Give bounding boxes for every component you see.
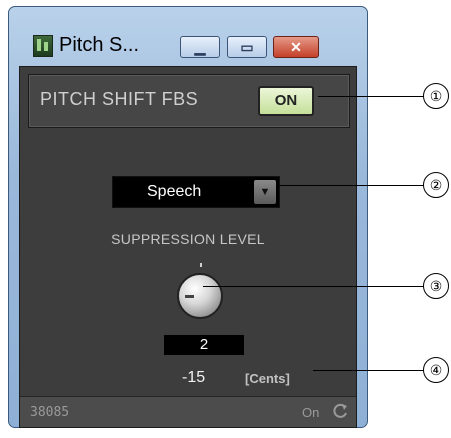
refresh-icon[interactable] (331, 402, 349, 420)
callout-2: ② (423, 172, 449, 198)
close-button[interactable]: ✕ (273, 36, 319, 58)
cents-unit-label: [Cents] (245, 371, 290, 386)
chevron-down-icon[interactable]: ▼ (254, 180, 276, 204)
suppression-level-label: SUPPRESSION LEVEL (111, 231, 265, 247)
plugin-panel: PITCH SHIFT FBS ON Speech ▼ SUPPRESSION … (19, 66, 357, 428)
status-bar: 38085 On (20, 396, 356, 427)
title-bar[interactable]: Pitch S... ▁ ▭ ✕ (9, 7, 367, 67)
cents-value: -15 (182, 369, 206, 386)
window-title: Pitch S... (59, 34, 140, 56)
knob-indicator (185, 295, 194, 298)
plugin-window: Pitch S... ▁ ▭ ✕ PITCH SHIFT FBS ON Spee… (8, 6, 368, 428)
on-button[interactable]: ON (258, 86, 314, 116)
callout-line-2 (278, 185, 424, 186)
mode-dropdown[interactable]: Speech ▼ (112, 176, 280, 208)
callout-line-4 (313, 370, 424, 371)
maximize-button[interactable]: ▭ (227, 36, 267, 58)
suppression-level-value[interactable]: 2 (164, 335, 244, 355)
header-box: PITCH SHIFT FBS ON (28, 74, 350, 128)
callout-3: ③ (423, 273, 449, 299)
callout-line-1 (318, 96, 424, 97)
status-id: 38085 (30, 405, 70, 420)
app-icon (33, 35, 53, 57)
mode-selected-value: Speech (147, 183, 202, 200)
suppression-level-knob[interactable] (177, 273, 223, 319)
component-title: PITCH SHIFT FBS (40, 89, 199, 109)
online-status: On (302, 405, 320, 420)
callout-line-3 (203, 286, 424, 287)
callout-1: ① (423, 83, 449, 109)
minimize-button[interactable]: ▁ (180, 36, 220, 58)
knob-tick-mark (200, 263, 202, 267)
callout-4: ④ (423, 357, 449, 383)
